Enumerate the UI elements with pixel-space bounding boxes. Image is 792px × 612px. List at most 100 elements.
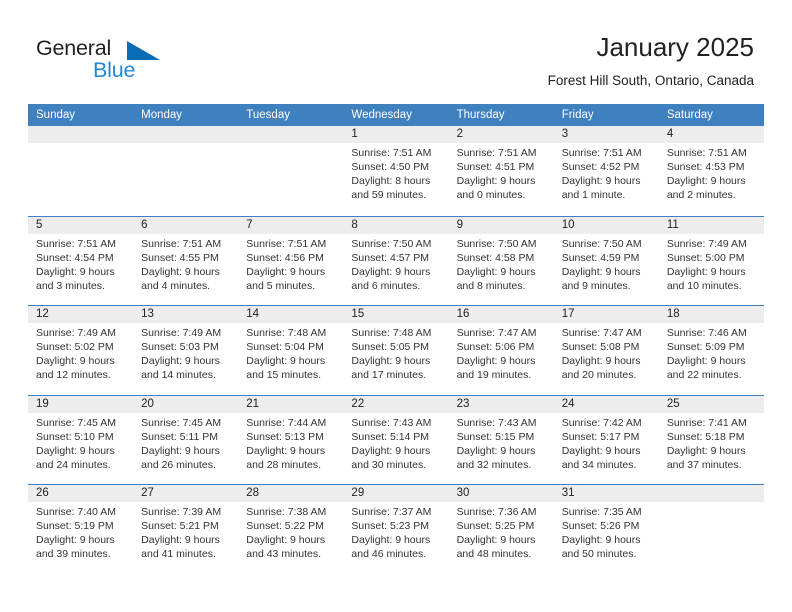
day-details: Sunrise: 7:43 AM Sunset: 5:15 PM Daylight:… <box>449 413 554 472</box>
sunrise-text: Sunrise: 7:42 AM <box>561 416 642 429</box>
daylight-text: Daylight: 8 hours and 59 minutes. <box>351 175 431 201</box>
calendar-day-cell[interactable]: 9 Sunrise: 7:50 AM Sunset: 4:58 PM Daylight… <box>448 216 554 305</box>
calendar-day-cell[interactable]: 1 Sunrise: 7:51 AM Sunset: 4:50 PM Daylight… <box>343 126 449 216</box>
daylight-text: Daylight: 9 hours and 46 minutes. <box>351 534 431 560</box>
calendar-day-cell[interactable]: 22 Sunrise: 7:43 AM Sunset: 5:14 PM Dayligh… <box>343 395 449 484</box>
general-blue-logo[interactable]: General Blue <box>36 36 216 86</box>
calendar-day-cell[interactable]: 6 Sunrise: 7:51 AM Sunset: 4:55 PM Daylight… <box>133 216 239 305</box>
calendar-day-cell[interactable]: 31 Sunrise: 7:35 AM Sunset: 5:26 PM Dayligh… <box>553 485 659 574</box>
sunrise-text: Sunrise: 7:43 AM <box>456 416 537 429</box>
calendar-day-cell[interactable]: 2 Sunrise: 7:51 AM Sunset: 4:51 PM Daylight… <box>448 126 554 216</box>
sunset-text: Sunset: 5:06 PM <box>456 341 535 353</box>
daylight-text: Daylight: 9 hours and 30 minutes. <box>351 444 431 471</box>
day-number: 31 <box>553 485 659 502</box>
calendar-day-cell[interactable]: 21 Sunrise: 7:44 AM Sunset: 5:13 PM Dayligh… <box>238 395 344 484</box>
daylight-text: Daylight: 9 hours and 15 minutes. <box>246 355 326 381</box>
sunrise-text: Sunrise: 7:36 AM <box>456 506 537 518</box>
calendar-day-cell[interactable]: 13 Sunrise: 7:49 AM Sunset: 5:03 PM Dayligh… <box>133 306 239 395</box>
sunset-text: Sunset: 5:10 PM <box>36 430 114 443</box>
calendar-day-cell[interactable]: 7 Sunrise: 7:51 AM Sunset: 4:56 PM Daylight… <box>238 216 344 305</box>
daylight-text: Daylight: 9 hours and 48 minutes. <box>456 534 536 560</box>
day-details: Sunrise: 7:37 AM Sunset: 5:23 PM Daylight:… <box>343 502 448 561</box>
sunset-text: Sunset: 4:54 PM <box>36 251 114 264</box>
calendar-day-cell[interactable]: 11 Sunrise: 7:49 AM Sunset: 5:00 PM Dayligh… <box>658 216 764 305</box>
calendar-week-row: 12 Sunrise: 7:49 AM Sunset: 5:02 PM Dayligh… <box>28 305 764 395</box>
day-details: Sunrise: 7:51 AM Sunset: 4:55 PM Daylight:… <box>133 234 238 293</box>
title-block: January 2025 Forest Hill South, Ontario,… <box>548 30 754 91</box>
sunset-text: Sunset: 5:03 PM <box>141 341 219 353</box>
day-number: 8 <box>343 216 449 234</box>
day-details: Sunrise: 7:51 AM Sunset: 4:50 PM Daylight:… <box>343 143 448 202</box>
daylight-text: Daylight: 9 hours and 10 minutes. <box>666 265 746 292</box>
calendar-day-cell[interactable]: 8 Sunrise: 7:50 AM Sunset: 4:57 PM Daylight… <box>343 216 449 305</box>
sunrise-text: Sunrise: 7:48 AM <box>246 327 327 339</box>
daylight-text: Daylight: 9 hours and 41 minutes. <box>141 534 220 560</box>
sunset-text: Sunset: 5:25 PM <box>456 520 535 532</box>
daylight-text: Daylight: 9 hours and 19 minutes. <box>456 355 536 381</box>
sunrise-text: Sunrise: 7:51 AM <box>246 237 327 250</box>
calendar-day-cell[interactable]: 3 Sunrise: 7:51 AM Sunset: 4:52 PM Daylight… <box>553 126 659 216</box>
sunrise-text: Sunrise: 7:50 AM <box>561 237 642 250</box>
daylight-text: Daylight: 9 hours and 0 minutes. <box>456 175 536 201</box>
calendar-day-cell[interactable]: 26 Sunrise: 7:40 AM Sunset: 5:19 PM Dayligh… <box>28 485 134 574</box>
daylight-text: Daylight: 9 hours and 1 minute. <box>561 175 641 201</box>
day-number: 20 <box>133 395 239 413</box>
calendar-day-cell-empty <box>28 126 134 216</box>
weekday-header-thursday: Thursday <box>456 109 505 121</box>
calendar-week-row: 5 Sunrise: 7:51 AM Sunset: 4:54 PM Daylight… <box>28 215 764 305</box>
day-number: 21 <box>238 395 344 413</box>
day-details: Sunrise: 7:49 AM Sunset: 5:03 PM Daylight:… <box>133 323 238 382</box>
daylight-text: Daylight: 9 hours and 9 minutes. <box>561 265 641 292</box>
calendar-day-cell[interactable]: 25 Sunrise: 7:41 AM Sunset: 5:18 PM Dayligh… <box>658 395 764 484</box>
calendar-page: General Blue January 2025 Forest Hill So… <box>0 0 792 612</box>
calendar-day-cell[interactable]: 23 Sunrise: 7:43 AM Sunset: 5:15 PM Dayligh… <box>448 395 554 484</box>
day-number <box>133 126 239 143</box>
calendar-day-cell[interactable]: 20 Sunrise: 7:45 AM Sunset: 5:11 PM Dayligh… <box>133 395 239 484</box>
calendar-day-cell[interactable]: 19 Sunrise: 7:45 AM Sunset: 5:10 PM Dayligh… <box>28 395 134 484</box>
daylight-text: Daylight: 9 hours and 2 minutes. <box>666 175 746 201</box>
daylight-text: Daylight: 9 hours and 20 minutes. <box>561 355 641 381</box>
day-details: Sunrise: 7:40 AM Sunset: 5:19 PM Daylight:… <box>28 502 133 561</box>
day-number: 25 <box>658 395 764 413</box>
sunset-text: Sunset: 4:57 PM <box>351 251 430 264</box>
calendar-day-cell[interactable]: 18 Sunrise: 7:46 AM Sunset: 5:09 PM Dayligh… <box>658 306 764 395</box>
weekday-header-monday: Monday <box>141 109 183 121</box>
daylight-text: Daylight: 9 hours and 5 minutes. <box>246 265 326 292</box>
calendar-day-cell[interactable]: 10 Sunrise: 7:50 AM Sunset: 4:59 PM Dayligh… <box>553 216 659 305</box>
calendar-day-cell-empty <box>238 126 344 216</box>
day-details: Sunrise: 7:47 AM Sunset: 5:08 PM Daylight:… <box>554 323 659 382</box>
calendar-day-cell[interactable]: 24 Sunrise: 7:42 AM Sunset: 5:17 PM Dayligh… <box>553 395 659 484</box>
calendar-day-cell[interactable]: 4 Sunrise: 7:51 AM Sunset: 4:53 PM Daylight… <box>658 126 764 216</box>
daylight-text: Daylight: 9 hours and 50 minutes. <box>561 534 641 560</box>
day-details: Sunrise: 7:49 AM Sunset: 5:00 PM Daylight:… <box>659 234 764 293</box>
calendar-day-cell[interactable]: 17 Sunrise: 7:47 AM Sunset: 5:08 PM Dayligh… <box>553 306 659 395</box>
day-number <box>658 485 764 502</box>
day-number: 13 <box>133 306 239 323</box>
sunrise-text: Sunrise: 7:49 AM <box>141 327 222 339</box>
calendar-day-cell[interactable]: 29 Sunrise: 7:37 AM Sunset: 5:23 PM Dayligh… <box>343 485 449 574</box>
calendar-day-cell[interactable]: 30 Sunrise: 7:36 AM Sunset: 5:25 PM Dayligh… <box>448 485 554 574</box>
calendar-day-cell[interactable]: 5 Sunrise: 7:51 AM Sunset: 4:54 PM Daylight… <box>28 216 134 305</box>
day-number: 18 <box>658 306 764 323</box>
calendar-day-cell[interactable]: 14 Sunrise: 7:48 AM Sunset: 5:04 PM Dayligh… <box>238 306 344 395</box>
daylight-text: Daylight: 9 hours and 32 minutes. <box>456 444 536 471</box>
calendar-day-cell[interactable]: 16 Sunrise: 7:47 AM Sunset: 5:06 PM Dayligh… <box>448 306 554 395</box>
sunset-text: Sunset: 5:02 PM <box>36 341 114 353</box>
day-details: Sunrise: 7:49 AM Sunset: 5:02 PM Daylight:… <box>28 323 133 382</box>
calendar-day-cell[interactable]: 28 Sunrise: 7:38 AM Sunset: 5:22 PM Dayligh… <box>238 485 344 574</box>
calendar-day-cell[interactable]: 27 Sunrise: 7:39 AM Sunset: 5:21 PM Dayligh… <box>133 485 239 574</box>
sunrise-text: Sunrise: 7:41 AM <box>666 416 747 429</box>
sunrise-text: Sunrise: 7:49 AM <box>666 237 747 250</box>
sunrise-text: Sunrise: 7:44 AM <box>246 416 327 429</box>
calendar-week-row: 26 Sunrise: 7:40 AM Sunset: 5:19 PM Dayligh… <box>28 484 764 574</box>
calendar-day-cell[interactable]: 12 Sunrise: 7:49 AM Sunset: 5:02 PM Dayligh… <box>28 306 134 395</box>
sunset-text: Sunset: 4:51 PM <box>456 161 535 173</box>
sunset-text: Sunset: 4:50 PM <box>351 161 430 173</box>
daylight-text: Daylight: 9 hours and 4 minutes. <box>141 265 220 292</box>
sunset-text: Sunset: 5:00 PM <box>666 251 745 264</box>
day-details: Sunrise: 7:51 AM Sunset: 4:51 PM Daylight:… <box>449 143 554 202</box>
day-details: Sunrise: 7:41 AM Sunset: 5:18 PM Daylight:… <box>659 413 764 472</box>
daylight-text: Daylight: 9 hours and 43 minutes. <box>246 534 326 560</box>
sunrise-text: Sunrise: 7:50 AM <box>456 237 537 250</box>
calendar-day-cell[interactable]: 15 Sunrise: 7:48 AM Sunset: 5:05 PM Dayligh… <box>343 306 449 395</box>
